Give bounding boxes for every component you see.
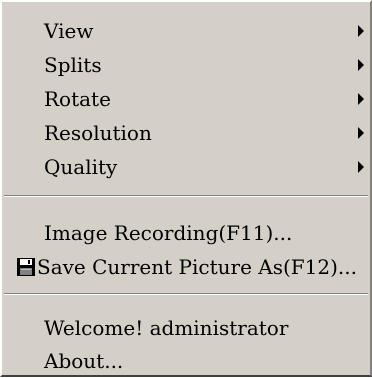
menu-item-splits[interactable]: Splits <box>2 48 370 82</box>
menu-item-quality[interactable]: Quality <box>2 150 370 184</box>
menu-item-label: About... <box>44 349 124 373</box>
menu-item-label: View <box>44 19 94 43</box>
menu-item-view[interactable]: View <box>2 14 370 48</box>
menu-item-welcome[interactable]: Welcome! administrator <box>2 311 370 345</box>
menu-item-label: Resolution <box>44 121 152 145</box>
menu-item-rotate[interactable]: Rotate <box>2 82 370 116</box>
menu-item-about[interactable]: About... <box>2 344 370 378</box>
submenu-arrow-icon <box>358 25 364 37</box>
menu-item-label: Image Recording(F11)... <box>44 221 293 245</box>
submenu-arrow-icon <box>358 93 364 105</box>
menu-item-resolution[interactable]: Resolution <box>2 116 370 150</box>
menu-separator <box>4 293 368 295</box>
menu-item-image-recording[interactable]: Image Recording(F11)... <box>2 216 370 250</box>
menu-item-label: Save Current Picture As(F12)... <box>37 255 357 279</box>
menu-item-label: Splits <box>44 53 102 77</box>
menu-item-save-picture[interactable]: Save Current Picture As(F12)... <box>2 250 370 284</box>
context-menu: View Splits Rotate Resolution Quality Im… <box>0 0 372 377</box>
submenu-arrow-icon <box>358 161 364 173</box>
submenu-arrow-icon <box>358 59 364 71</box>
menu-item-label: Rotate <box>44 87 111 111</box>
menu-separator <box>4 195 368 197</box>
floppy-disk-icon <box>17 258 35 276</box>
menu-item-label: Welcome! administrator <box>44 316 289 340</box>
submenu-arrow-icon <box>358 127 364 139</box>
menu-item-label: Quality <box>44 155 118 179</box>
